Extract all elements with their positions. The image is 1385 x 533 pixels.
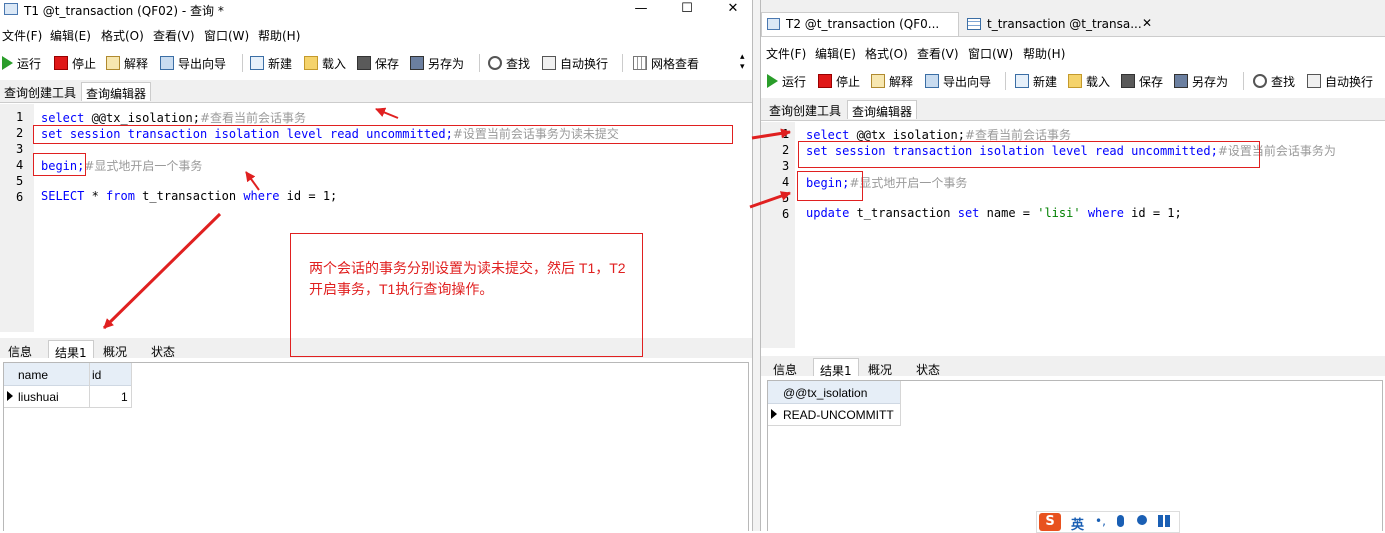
sogou-logo-icon: S: [1039, 513, 1061, 531]
arrow-to-begin-comment: [245, 171, 260, 191]
arrow-to-right-line-5: [749, 191, 791, 209]
annotation-arrows: [102, 107, 791, 330]
user-icon[interactable]: [1137, 515, 1147, 525]
ime-language-label[interactable]: 英: [1071, 514, 1084, 533]
ime-toolbar[interactable]: S 英 •,: [1036, 511, 1180, 533]
punctuation-icon[interactable]: •,: [1095, 514, 1106, 528]
arrow-to-result-grid: [102, 212, 222, 330]
arrow-to-select-comment: [375, 107, 399, 119]
microphone-icon[interactable]: [1117, 515, 1124, 527]
toolbox-grid-icon[interactable]: [1158, 515, 1170, 527]
arrow-to-right-line-1: [751, 128, 791, 140]
